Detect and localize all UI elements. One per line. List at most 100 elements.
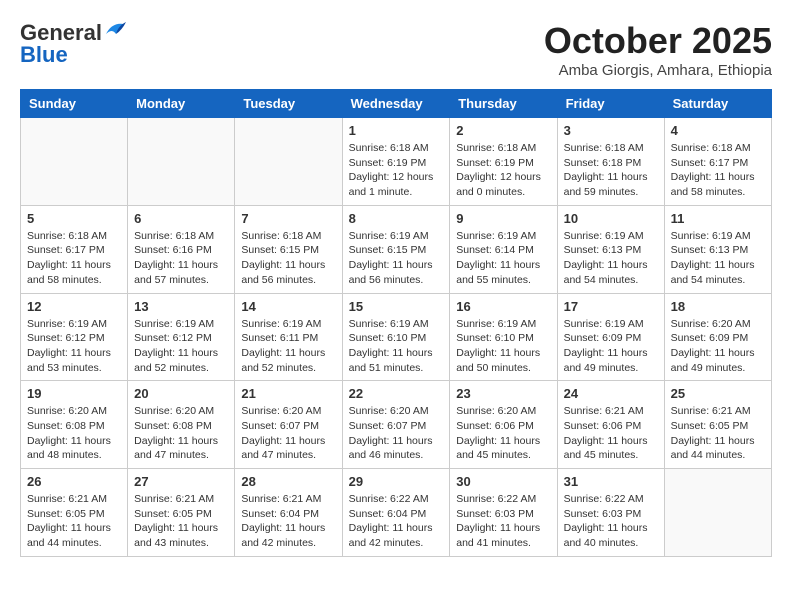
day-info: Sunrise: 6:22 AMSunset: 6:04 PMDaylight:… bbox=[349, 492, 444, 551]
calendar-day-cell: 2 Sunrise: 6:18 AMSunset: 6:19 PMDaylight… bbox=[450, 118, 557, 206]
day-number: 15 bbox=[349, 299, 444, 314]
weekday-header-thursday: Thursday bbox=[450, 90, 557, 118]
day-info: Sunrise: 6:20 AMSunset: 6:07 PMDaylight:… bbox=[349, 404, 444, 463]
day-info: Sunrise: 6:21 AMSunset: 6:05 PMDaylight:… bbox=[27, 492, 121, 551]
day-info: Sunrise: 6:18 AMSunset: 6:19 PMDaylight:… bbox=[349, 141, 444, 200]
calendar-day-cell: 23 Sunrise: 6:20 AMSunset: 6:06 PMDayligh… bbox=[450, 381, 557, 469]
day-info: Sunrise: 6:18 AMSunset: 6:17 PMDaylight:… bbox=[27, 229, 121, 288]
calendar-day-cell: 5 Sunrise: 6:18 AMSunset: 6:17 PMDaylight… bbox=[21, 205, 128, 293]
day-number: 25 bbox=[671, 386, 765, 401]
weekday-header-wednesday: Wednesday bbox=[342, 90, 450, 118]
day-info: Sunrise: 6:20 AMSunset: 6:08 PMDaylight:… bbox=[134, 404, 228, 463]
day-number: 27 bbox=[134, 474, 228, 489]
calendar-day-cell: 13 Sunrise: 6:19 AMSunset: 6:12 PMDayligh… bbox=[128, 293, 235, 381]
location-subtitle: Amba Giorgis, Amhara, Ethiopia bbox=[544, 62, 772, 79]
day-info: Sunrise: 6:19 AMSunset: 6:13 PMDaylight:… bbox=[671, 229, 765, 288]
calendar-day-cell: 24Sunrise: 6:21 AMSunset: 6:06 PMDayligh… bbox=[557, 381, 664, 469]
calendar-day-cell: 21 Sunrise: 6:20 AMSunset: 6:07 PMDayligh… bbox=[235, 381, 342, 469]
calendar-day-cell: 28 Sunrise: 6:21 AMSunset: 6:04 PMDayligh… bbox=[235, 469, 342, 557]
day-info: Sunrise: 6:19 AMSunset: 6:09 PMDaylight:… bbox=[564, 317, 658, 376]
day-number: 8 bbox=[349, 211, 444, 226]
day-number: 11 bbox=[671, 211, 765, 226]
calendar-day-cell: 1 Sunrise: 6:18 AMSunset: 6:19 PMDaylight… bbox=[342, 118, 450, 206]
day-number: 20 bbox=[134, 386, 228, 401]
day-number: 5 bbox=[27, 211, 121, 226]
day-info: Sunrise: 6:19 AMSunset: 6:10 PMDaylight:… bbox=[349, 317, 444, 376]
day-number: 13 bbox=[134, 299, 228, 314]
day-info: Sunrise: 6:18 AMSunset: 6:16 PMDaylight:… bbox=[134, 229, 228, 288]
calendar-day-cell: 19Sunrise: 6:20 AMSunset: 6:08 PMDayligh… bbox=[21, 381, 128, 469]
day-number: 26 bbox=[27, 474, 121, 489]
day-number: 9 bbox=[456, 211, 550, 226]
logo-text-blue: Blue bbox=[20, 42, 68, 68]
day-info: Sunrise: 6:21 AMSunset: 6:06 PMDaylight:… bbox=[564, 404, 658, 463]
day-info: Sunrise: 6:19 AMSunset: 6:11 PMDaylight:… bbox=[241, 317, 335, 376]
day-number: 17 bbox=[564, 299, 658, 314]
calendar-day-cell: 31 Sunrise: 6:22 AMSunset: 6:03 PMDayligh… bbox=[557, 469, 664, 557]
calendar-day-cell: 7Sunrise: 6:18 AMSunset: 6:15 PMDaylight… bbox=[235, 205, 342, 293]
day-number: 23 bbox=[456, 386, 550, 401]
day-number: 30 bbox=[456, 474, 550, 489]
day-number: 21 bbox=[241, 386, 335, 401]
calendar-day-cell bbox=[664, 469, 771, 557]
day-info: Sunrise: 6:19 AMSunset: 6:14 PMDaylight:… bbox=[456, 229, 550, 288]
weekday-header-friday: Friday bbox=[557, 90, 664, 118]
calendar-day-cell: 26 Sunrise: 6:21 AMSunset: 6:05 PMDayligh… bbox=[21, 469, 128, 557]
calendar-day-cell: 9 Sunrise: 6:19 AMSunset: 6:14 PMDaylight… bbox=[450, 205, 557, 293]
day-number: 12 bbox=[27, 299, 121, 314]
weekday-header-tuesday: Tuesday bbox=[235, 90, 342, 118]
weekday-header-sunday: Sunday bbox=[21, 90, 128, 118]
calendar-day-cell: 27Sunrise: 6:21 AMSunset: 6:05 PMDayligh… bbox=[128, 469, 235, 557]
calendar-day-cell: 6 Sunrise: 6:18 AMSunset: 6:16 PMDaylight… bbox=[128, 205, 235, 293]
calendar-day-cell bbox=[235, 118, 342, 206]
day-number: 18 bbox=[671, 299, 765, 314]
calendar-day-cell: 20 Sunrise: 6:20 AMSunset: 6:08 PMDayligh… bbox=[128, 381, 235, 469]
logo-bird-icon bbox=[104, 20, 126, 38]
day-info: Sunrise: 6:20 AMSunset: 6:08 PMDaylight:… bbox=[27, 404, 121, 463]
day-info: Sunrise: 6:20 AMSunset: 6:09 PMDaylight:… bbox=[671, 317, 765, 376]
weekday-header-monday: Monday bbox=[128, 90, 235, 118]
day-number: 6 bbox=[134, 211, 228, 226]
calendar-day-cell: 14 Sunrise: 6:19 AMSunset: 6:11 PMDayligh… bbox=[235, 293, 342, 381]
calendar-day-cell: 17 Sunrise: 6:19 AMSunset: 6:09 PMDayligh… bbox=[557, 293, 664, 381]
calendar-week-4: 19Sunrise: 6:20 AMSunset: 6:08 PMDayligh… bbox=[21, 381, 772, 469]
day-info: Sunrise: 6:18 AMSunset: 6:17 PMDaylight:… bbox=[671, 141, 765, 200]
calendar-header-row: SundayMondayTuesdayWednesdayThursdayFrid… bbox=[21, 90, 772, 118]
title-block: October 2025 Amba Giorgis, Amhara, Ethio… bbox=[544, 20, 772, 79]
day-info: Sunrise: 6:20 AMSunset: 6:07 PMDaylight:… bbox=[241, 404, 335, 463]
calendar-day-cell bbox=[21, 118, 128, 206]
day-info: Sunrise: 6:21 AMSunset: 6:04 PMDaylight:… bbox=[241, 492, 335, 551]
calendar-day-cell: 15 Sunrise: 6:19 AMSunset: 6:10 PMDayligh… bbox=[342, 293, 450, 381]
calendar-day-cell: 25 Sunrise: 6:21 AMSunset: 6:05 PMDayligh… bbox=[664, 381, 771, 469]
day-info: Sunrise: 6:19 AMSunset: 6:13 PMDaylight:… bbox=[564, 229, 658, 288]
day-info: Sunrise: 6:19 AMSunset: 6:15 PMDaylight:… bbox=[349, 229, 444, 288]
day-number: 10 bbox=[564, 211, 658, 226]
calendar-week-1: 1 Sunrise: 6:18 AMSunset: 6:19 PMDaylight… bbox=[21, 118, 772, 206]
day-info: Sunrise: 6:22 AMSunset: 6:03 PMDaylight:… bbox=[564, 492, 658, 551]
logo: General Blue bbox=[20, 20, 126, 68]
day-number: 28 bbox=[241, 474, 335, 489]
weekday-header-saturday: Saturday bbox=[664, 90, 771, 118]
calendar-day-cell: 10 Sunrise: 6:19 AMSunset: 6:13 PMDayligh… bbox=[557, 205, 664, 293]
day-number: 2 bbox=[456, 123, 550, 138]
day-number: 29 bbox=[349, 474, 444, 489]
day-info: Sunrise: 6:18 AMSunset: 6:15 PMDaylight:… bbox=[241, 229, 335, 288]
day-info: Sunrise: 6:19 AMSunset: 6:12 PMDaylight:… bbox=[27, 317, 121, 376]
calendar-day-cell: 16Sunrise: 6:19 AMSunset: 6:10 PMDayligh… bbox=[450, 293, 557, 381]
day-number: 31 bbox=[564, 474, 658, 489]
calendar-day-cell: 18 Sunrise: 6:20 AMSunset: 6:09 PMDayligh… bbox=[664, 293, 771, 381]
calendar-day-cell: 8 Sunrise: 6:19 AMSunset: 6:15 PMDaylight… bbox=[342, 205, 450, 293]
calendar-week-3: 12 Sunrise: 6:19 AMSunset: 6:12 PMDayligh… bbox=[21, 293, 772, 381]
calendar-week-5: 26 Sunrise: 6:21 AMSunset: 6:05 PMDayligh… bbox=[21, 469, 772, 557]
day-info: Sunrise: 6:21 AMSunset: 6:05 PMDaylight:… bbox=[671, 404, 765, 463]
calendar-week-2: 5 Sunrise: 6:18 AMSunset: 6:17 PMDaylight… bbox=[21, 205, 772, 293]
day-number: 1 bbox=[349, 123, 444, 138]
day-number: 16 bbox=[456, 299, 550, 314]
day-info: Sunrise: 6:18 AMSunset: 6:19 PMDaylight:… bbox=[456, 141, 550, 200]
day-number: 4 bbox=[671, 123, 765, 138]
calendar-day-cell: 12 Sunrise: 6:19 AMSunset: 6:12 PMDayligh… bbox=[21, 293, 128, 381]
day-info: Sunrise: 6:20 AMSunset: 6:06 PMDaylight:… bbox=[456, 404, 550, 463]
day-info: Sunrise: 6:19 AMSunset: 6:12 PMDaylight:… bbox=[134, 317, 228, 376]
day-number: 22 bbox=[349, 386, 444, 401]
day-number: 14 bbox=[241, 299, 335, 314]
